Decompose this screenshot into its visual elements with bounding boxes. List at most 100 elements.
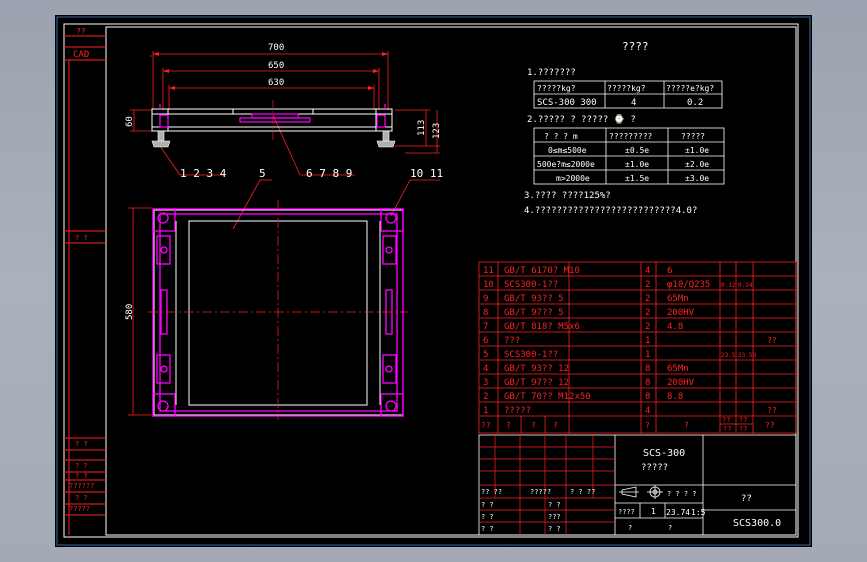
side-label-4: ? ?	[75, 472, 88, 480]
bom-row-w1: 0.12	[721, 282, 736, 289]
bom-row-material: 8.8	[667, 392, 683, 402]
dim-60: 60	[125, 116, 135, 127]
side-label-7: ?????	[69, 505, 90, 513]
t1-h3: ?????e?kg?	[666, 84, 714, 93]
title-stage-3: ? ? ??	[570, 488, 595, 496]
t2-r1c1: 0≤m≤500e	[548, 146, 587, 155]
bom-row-code: GB/T 97?? 5	[504, 308, 564, 318]
title-scale: 1:5	[691, 508, 706, 517]
bom-row-code: GB/T 93?? 5	[504, 294, 564, 304]
cad-drawing-canvas: ?? CAD ? ? ? ? ? ? ? ? ? ? ?????? ?????	[55, 15, 812, 547]
t2-r2c1: 500e?m≤2000e	[537, 160, 595, 169]
title-page-label: ????	[618, 508, 635, 516]
title-stage-1: ?? ??	[481, 488, 502, 496]
bom-row-code: GB/T 93?? 12	[504, 364, 569, 374]
title-left-r3: ? ?	[481, 525, 494, 533]
bom-h-wsub1: ??	[723, 425, 731, 433]
dim-650: 650	[268, 61, 284, 71]
title-left-r1: ? ?	[481, 501, 494, 509]
title-stage-2: ?????	[530, 488, 551, 496]
bom-row-no: 3	[483, 378, 488, 388]
corner-label-cad: CAD	[73, 50, 89, 60]
callout-1234: 1 2 3 4	[180, 167, 227, 180]
title-product-sub: ?????	[641, 463, 668, 473]
title-bottom-q1: ?	[628, 524, 632, 532]
t2-r1c2: ±0.5e	[625, 146, 649, 155]
bom-row-qty: 1	[645, 350, 650, 360]
bom-row-no: 6	[483, 336, 488, 346]
bom-row-qty: 8	[645, 378, 650, 388]
bom-row-material: 200HV	[667, 378, 695, 388]
title-bottom-q2: ?	[668, 524, 672, 532]
bom-row-code: GB/T 70?? M12x50	[504, 392, 591, 402]
tech-item-4: 4.??????????????????????????4.0?	[524, 206, 697, 216]
t1-r1c3: 0.2	[687, 98, 703, 108]
title-left-r2c3: ???	[548, 513, 561, 521]
t2-r3c2: ±1.5e	[625, 174, 649, 183]
bom-row-qty: 4	[645, 406, 650, 416]
bom-row-qty: 8	[645, 392, 650, 402]
tech-item-1: 1.???????	[527, 68, 576, 78]
dim-123: 123	[432, 123, 442, 139]
bom-row-no: 2	[483, 392, 488, 402]
bom-row-material: 6	[667, 266, 672, 276]
title-weight-label: ? ? ? ?	[667, 490, 697, 498]
bom-row-no: 4	[483, 364, 488, 374]
bom-row-note: ??	[767, 336, 777, 345]
corner-label-1: ??	[76, 27, 86, 36]
t2-r2c2: ±1.0e	[625, 160, 649, 169]
tech-heading: ????	[622, 40, 649, 53]
side-label-2: ? ?	[75, 440, 88, 448]
dim-113: 113	[417, 120, 427, 136]
bom-row-code: SCS300-1??	[504, 350, 558, 360]
bom-h-c3: ?	[553, 421, 558, 430]
bom-row-code: SCS300-1??	[504, 280, 558, 290]
tech-item-2: 2.????? ? ????? ⌚ ?	[527, 113, 636, 125]
bom-row-no: 11	[483, 266, 494, 276]
side-label-5: ? ?	[75, 494, 88, 502]
bom-row-w2: 23.59	[738, 352, 756, 359]
t2-h1: ? ? ? m	[544, 132, 578, 141]
title-product: SCS-300	[643, 448, 685, 459]
bom-row-qty: 4	[645, 266, 650, 276]
dim-580: 580	[125, 304, 135, 320]
t1-h1: ?????kg?	[537, 84, 576, 93]
bom-h-c2: ?	[531, 421, 536, 430]
bom-row-qty: 2	[645, 280, 650, 290]
bom-row-qty: 8	[645, 364, 650, 374]
bom-h-mat: ?	[684, 421, 689, 430]
bom-h-wsub2: ??	[739, 425, 747, 433]
bom-row-code: GB/T 6170? M10	[504, 266, 580, 276]
t2-r3c1: m>2000e	[556, 174, 590, 183]
bom-row-qty: 1	[645, 336, 650, 346]
bom-row-no: 1	[483, 406, 488, 416]
t1-r1c2: 4	[631, 98, 636, 108]
tech-item-3: 3.???? ????125%?	[524, 191, 611, 201]
title-left-r2: ? ?	[481, 513, 494, 521]
bom-h-note: ??	[765, 421, 775, 430]
t2-h2: ?????????	[609, 132, 653, 141]
bom-row-material: 4.8	[667, 322, 683, 332]
bom-row-no: 9	[483, 294, 488, 304]
bom-row-material: 65Mn	[667, 294, 689, 304]
callout-1011: 10 11	[410, 167, 443, 180]
t2-r2c3: ±2.0e	[685, 160, 709, 169]
side-label-1: ? ?	[75, 234, 88, 242]
bom-row-no: 8	[483, 308, 488, 318]
t2-h3: ?????	[681, 132, 705, 141]
t1-r1c1: SCS-300 300	[537, 98, 597, 108]
bom-row-material: φ10/Q235	[667, 280, 710, 290]
title-right-label: ??	[741, 494, 752, 504]
bom-row-code: GB/T 97?? 12	[504, 378, 569, 388]
bom-row-w1: 23.5	[721, 352, 736, 359]
bom-row-material: 65Mn	[667, 364, 689, 374]
bom-h-c1: ?	[506, 421, 511, 430]
title-drawing-no: SCS300.0	[733, 518, 781, 529]
bom-row-qty: 2	[645, 322, 650, 332]
side-label-3: ? ?	[75, 462, 88, 470]
bom-h-no: ??	[481, 421, 491, 430]
callout-6789: 6 7 8 9	[306, 167, 352, 180]
bom-row-code: ???	[504, 336, 520, 346]
title-page-num: 1	[651, 507, 656, 516]
bom-row-qty: 2	[645, 308, 650, 318]
